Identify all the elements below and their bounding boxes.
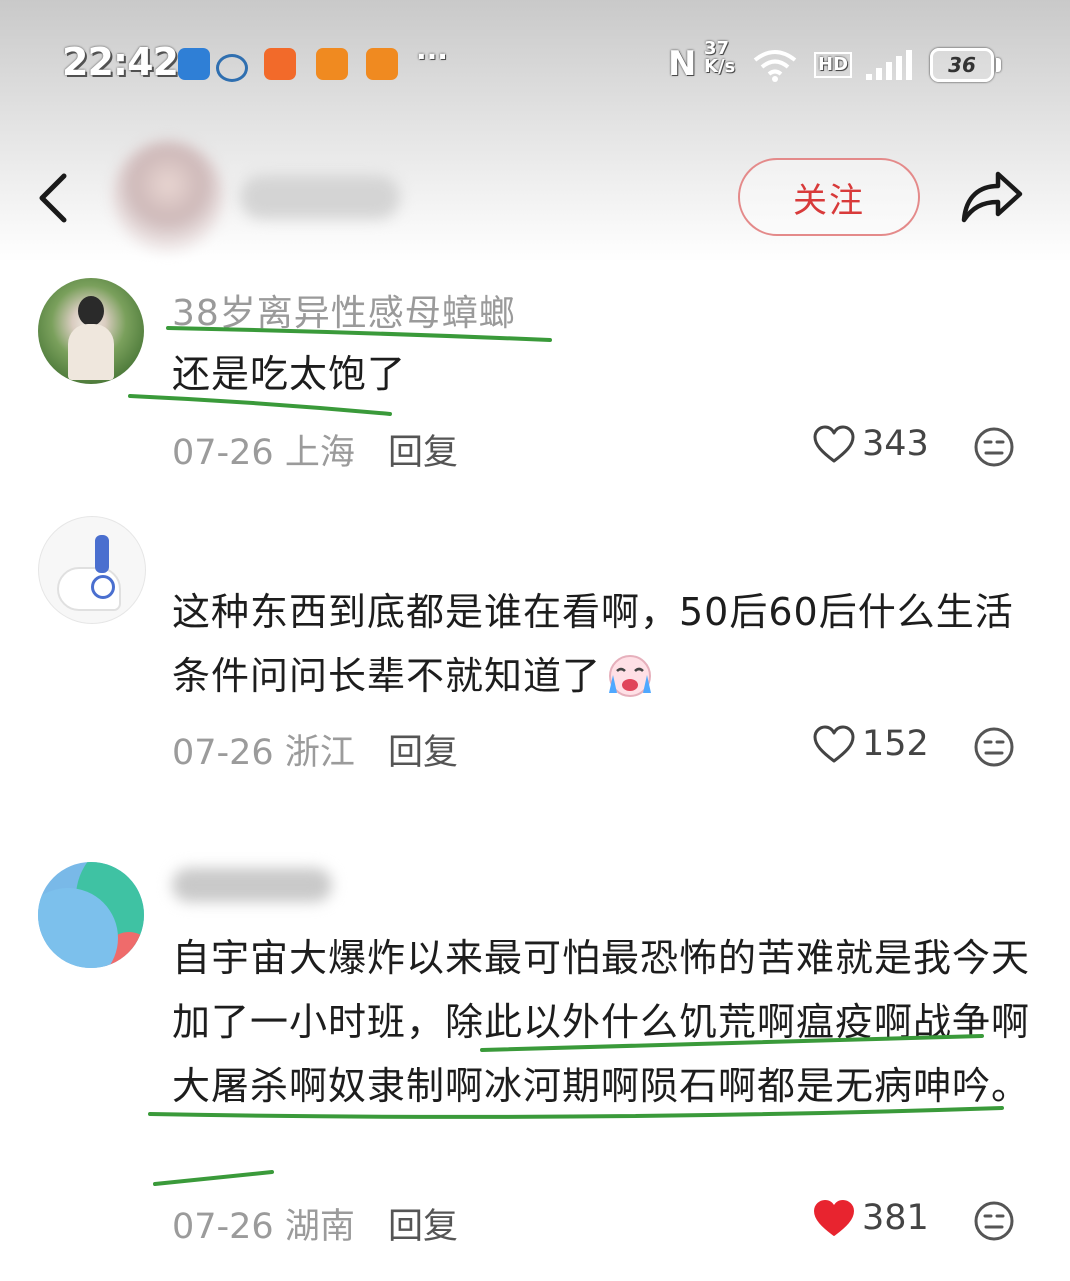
battery-tip [996,58,1001,72]
commenter-avatar[interactable] [38,516,146,624]
like-button[interactable]: 381 [812,1198,929,1238]
comment-date: 07-26 [172,433,274,473]
like-count: 343 [862,424,929,464]
comment-username[interactable]: 38岁离异性感母蟑螂 [172,284,516,336]
like-button[interactable]: 152 [812,724,929,764]
emoji-reaction-icon[interactable] [973,1200,1015,1242]
avatar-figure-body [68,324,114,380]
chat-notification-icon [216,54,248,82]
comment-meta: 07-26 上海 回复 [172,424,458,475]
heart-outline-icon [813,425,855,463]
comment-meta: 07-26 浙江 回复 [172,724,458,775]
comment-text: 自宇宙大爆炸以来最可怕最恐怖的苦难就是我今天加了一小时班，除此以外什么饥荒啊瘟疫… [172,936,1031,1108]
comment-text: 这种东西到底都是谁在看啊，50后60后什么生活条件问问长辈不就知道了 [172,580,1032,708]
comment-location: 浙江 [284,733,355,773]
follow-button[interactable]: 关注 [738,158,920,236]
app-notification-icon [178,48,210,80]
orange-app-icon [316,48,348,80]
like-button[interactable]: 343 [812,424,929,464]
share-icon[interactable] [956,162,1026,228]
more-notifications-icon: ··· [416,40,448,73]
comment-date: 07-26 [172,1207,274,1247]
comment-location: 湖南 [284,1207,355,1247]
comment-username-blurred[interactable] [172,868,332,902]
back-arrow-icon[interactable] [30,168,80,228]
heart-filled-icon [814,1200,854,1236]
shopping-app-icon [264,48,296,80]
comment-date: 07-26 [172,733,274,773]
author-avatar[interactable] [112,140,224,252]
comment-location: 上海 [284,433,355,473]
commenter-avatar[interactable] [38,278,144,384]
like-count: 152 [862,724,929,764]
net-speed-unit: K/s [704,56,736,77]
reply-button[interactable]: 回复 [388,733,458,773]
commenter-avatar[interactable] [38,862,144,968]
avatar-hand [95,535,109,573]
emoji-reaction-icon[interactable] [973,726,1015,768]
signal-icon [866,50,912,80]
emoji-reaction-icon[interactable] [973,426,1015,468]
wifi-icon [753,50,797,82]
reply-button[interactable]: 回复 [388,433,458,473]
like-count: 381 [862,1198,929,1238]
comment-meta: 07-26 湖南 回复 [172,1198,458,1249]
battery-indicator: 36 [930,48,994,82]
net-speed: 37 K/s [704,40,735,76]
hd-label: HD [814,52,853,78]
orange-app-icon-2 [366,48,398,80]
comment-text-body: 这种东西到底都是谁在看啊，50后60后什么生活条件问问长辈不就知道了 [172,590,1014,698]
status-time: 22:42 [62,40,179,84]
nfc-icon: N [668,44,697,84]
avatar-swirl [91,575,115,599]
heart-outline-icon [813,725,855,763]
avatar-figure [78,296,104,326]
comment-text: 还是吃太饱了 [172,352,407,396]
author-name-blurred[interactable] [240,175,400,219]
reply-button[interactable]: 回复 [388,1207,458,1247]
crying-emoji-icon [609,655,652,697]
